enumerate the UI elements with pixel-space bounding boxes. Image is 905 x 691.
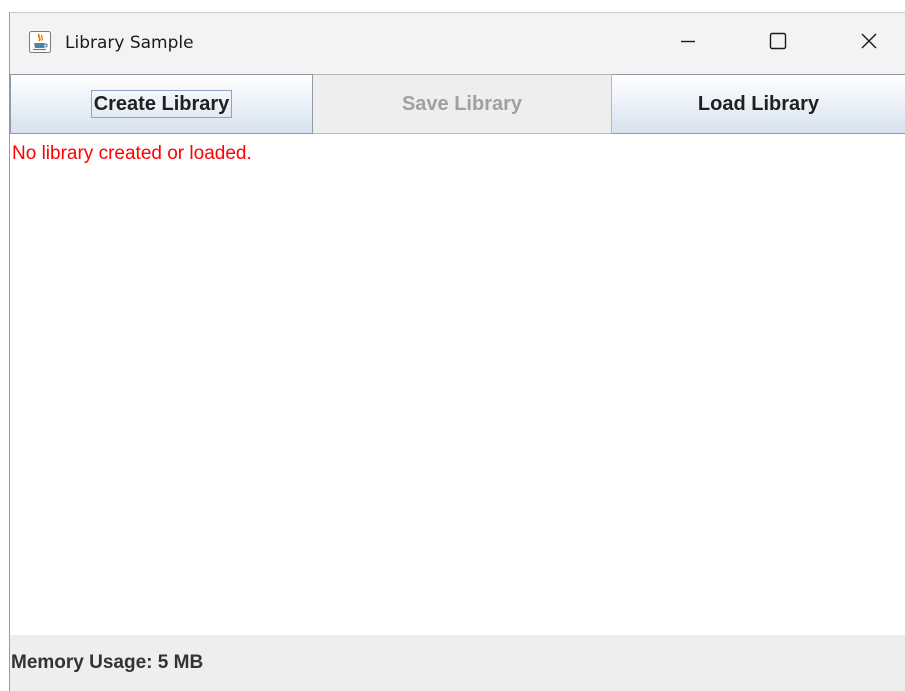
app-window: Library Sample Create Library Save Libra…	[9, 12, 905, 691]
status-message: No library created or loaded.	[12, 143, 252, 164]
load-library-button[interactable]: Load Library	[612, 74, 905, 134]
minimize-button[interactable]	[665, 13, 711, 74]
create-library-label: Create Library	[90, 90, 233, 118]
maximize-icon	[769, 32, 787, 55]
create-library-button[interactable]: Create Library	[10, 74, 313, 134]
close-button[interactable]	[846, 13, 892, 74]
title-bar[interactable]: Library Sample	[10, 13, 905, 74]
load-library-label: Load Library	[697, 92, 820, 115]
memory-usage-label: Memory Usage: 5 MB	[11, 652, 204, 673]
save-library-button[interactable]: Save Library	[313, 74, 612, 134]
status-bar: Memory Usage: 5 MB	[10, 635, 905, 691]
minimize-icon	[680, 33, 696, 54]
close-icon	[860, 32, 878, 55]
java-cup-icon	[29, 31, 51, 53]
save-library-label: Save Library	[401, 92, 523, 115]
maximize-button[interactable]	[755, 13, 801, 74]
toolbar: Create Library Save Library Load Library	[10, 74, 905, 134]
window-title: Library Sample	[65, 33, 194, 53]
